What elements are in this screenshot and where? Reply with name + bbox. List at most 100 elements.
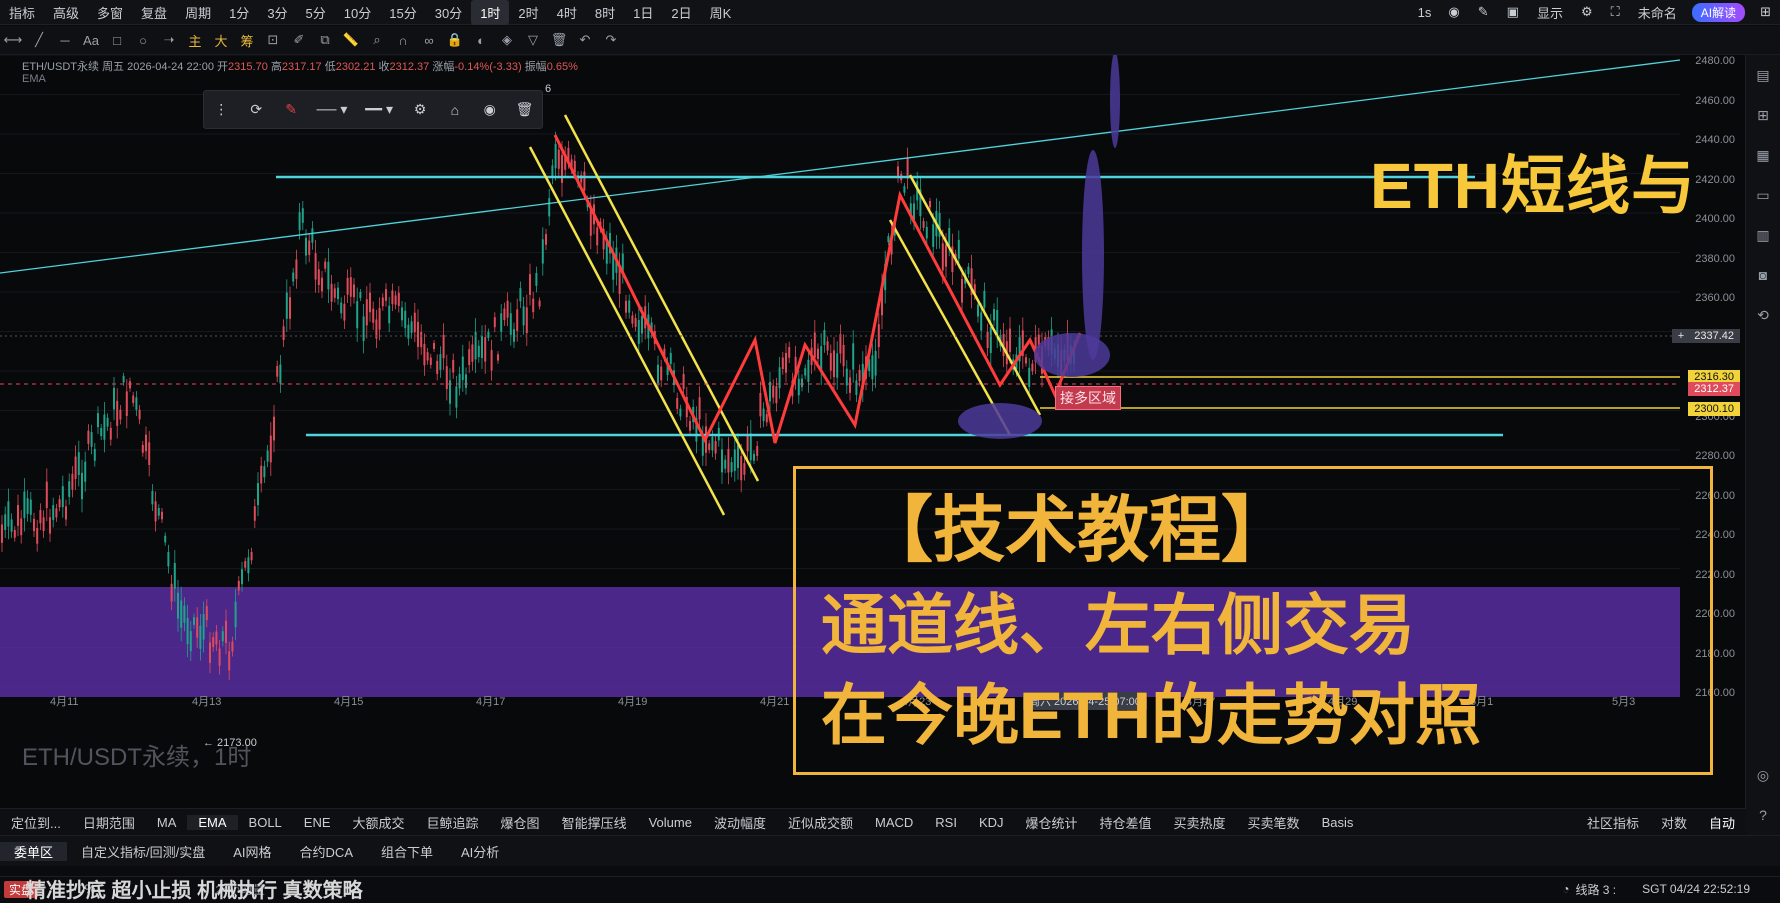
visibility-icon[interactable]: ◉ xyxy=(472,101,507,118)
grid-icon[interactable]: ▥ xyxy=(1746,215,1780,255)
more-icon[interactable]: ⊞ xyxy=(1751,4,1780,20)
indicator-item[interactable]: RSI xyxy=(924,815,968,830)
indicator-item[interactable]: 买卖笔数 xyxy=(1237,813,1311,832)
account-name[interactable]: 未命名 xyxy=(1629,3,1686,22)
ruler-icon[interactable]: 📏 xyxy=(338,32,364,48)
indicator-item[interactable]: 近似成交额 xyxy=(777,813,864,832)
interval-button[interactable]: 1s xyxy=(1410,5,1440,20)
line-style-select[interactable]: ── ▾ xyxy=(308,101,355,118)
headset-icon[interactable]: ◎ xyxy=(1746,755,1780,795)
ai-interpret-button[interactable]: AI解读 xyxy=(1691,2,1746,22)
indicator-item[interactable]: Basis xyxy=(1311,815,1365,830)
pen-icon[interactable]: ✎ xyxy=(1469,4,1498,20)
pin-icon[interactable]: ⊞ xyxy=(1746,95,1780,135)
chip-icon[interactable]: 筹 xyxy=(234,31,260,50)
ellipse-icon[interactable]: ○ xyxy=(130,33,156,48)
topbar-item[interactable]: 1时 xyxy=(471,0,510,25)
indicator-item[interactable]: EMA xyxy=(187,814,238,830)
bottom-tab[interactable]: AI分析 xyxy=(447,842,513,861)
indicator-item[interactable]: 大额成交 xyxy=(342,813,416,832)
horizontal-ray-icon[interactable]: ⟷ xyxy=(0,32,26,48)
redo-icon[interactable]: ↷ xyxy=(598,32,624,48)
robot-icon[interactable]: ◙ xyxy=(1746,255,1780,295)
template-icon[interactable]: ⟳ xyxy=(239,101,274,118)
line-width-select[interactable]: ━━ ▾ xyxy=(356,101,403,118)
topbar-item[interactable]: 3分 xyxy=(258,3,296,22)
auto-scale-toggle[interactable]: 自动 xyxy=(1698,813,1746,832)
locate-button[interactable]: 定位到... xyxy=(0,813,72,832)
layout-icon[interactable]: ▣ xyxy=(1498,4,1528,20)
topbar-item[interactable]: 1日 xyxy=(624,3,662,22)
link-icon[interactable]: ∞ xyxy=(416,33,442,48)
lock-icon[interactable]: ⌂ xyxy=(437,102,472,118)
brush-icon[interactable]: ✐ xyxy=(286,32,312,48)
text-icon[interactable]: Aa xyxy=(78,33,104,48)
bottom-tab[interactable]: 组合下单 xyxy=(367,842,447,861)
topbar-item[interactable]: 15分 xyxy=(380,3,425,22)
orderbook-icon[interactable]: ▤ xyxy=(1746,55,1780,95)
indicator-item[interactable]: KDJ xyxy=(968,815,1015,830)
bottom-tab[interactable]: AI网格 xyxy=(219,842,285,861)
topbar-item[interactable]: 10分 xyxy=(335,3,380,22)
large-icon[interactable]: 大 xyxy=(208,31,234,50)
delete-icon[interactable]: 🗑 xyxy=(507,101,542,118)
undo-icon[interactable]: ↶ xyxy=(572,32,598,48)
indicator-item[interactable]: BOLL xyxy=(238,815,293,830)
community-indicators[interactable]: 社区指标 xyxy=(1576,813,1650,832)
topbar-item[interactable]: 复盘 xyxy=(132,3,176,22)
stats-icon[interactable]: ▦ xyxy=(1746,135,1780,175)
main-indicator-icon[interactable]: 主 xyxy=(182,31,208,50)
topbar-item[interactable]: 30分 xyxy=(426,3,471,22)
hide-icon[interactable]: ◐ xyxy=(468,33,494,48)
display-button[interactable]: 显示 xyxy=(1528,3,1572,22)
indicator-item[interactable]: MA xyxy=(146,815,188,830)
topbar-item[interactable]: 5分 xyxy=(297,3,335,22)
topbar-item[interactable]: 周K xyxy=(701,3,741,22)
help-icon[interactable]: ? xyxy=(1746,795,1780,835)
lock-icon[interactable]: 🔒 xyxy=(442,32,468,48)
camera-icon[interactable]: ◉ xyxy=(1439,4,1468,20)
topbar-item[interactable]: 2时 xyxy=(509,3,547,22)
indicator-item[interactable]: 持仓差值 xyxy=(1089,813,1163,832)
price-chart[interactable]: ETH/USDT永续 周五 2026-04-24 22:00 开2315.70 … xyxy=(0,55,1745,808)
topbar-item[interactable]: 高级 xyxy=(44,3,88,22)
indicator-item[interactable]: 智能撑压线 xyxy=(551,813,638,832)
drag-handle-icon[interactable]: ⋮ xyxy=(204,101,239,118)
copy-icon[interactable]: ⧉ xyxy=(312,32,338,48)
filter-icon[interactable]: ▽ xyxy=(520,32,546,48)
arrow-icon[interactable]: ➝ xyxy=(156,32,182,48)
bottom-tab[interactable]: 自定义指标/回测/实盘 xyxy=(67,842,219,861)
topbar-item[interactable]: 2日 xyxy=(662,3,700,22)
rectangle-icon[interactable]: □ xyxy=(104,33,130,48)
trash-icon[interactable]: 🗑 xyxy=(546,32,572,48)
trendline-icon[interactable]: ╱ xyxy=(26,32,52,48)
zoom-icon[interactable]: ⌕ xyxy=(364,32,390,48)
indicator-item[interactable]: 波动幅度 xyxy=(703,813,777,832)
bottom-tab[interactable]: 合约DCA xyxy=(286,842,367,861)
refresh-icon[interactable]: ⟲ xyxy=(1746,295,1780,335)
fullscreen-icon[interactable]: ⛶ xyxy=(1602,4,1629,20)
gear-icon[interactable]: ⚙ xyxy=(1572,4,1602,20)
ema-legend[interactable]: EMA xyxy=(22,73,46,85)
bottom-tab[interactable]: 委单区 xyxy=(0,841,68,861)
topbar-item[interactable]: 4时 xyxy=(548,3,586,22)
hline-icon[interactable]: ─ xyxy=(52,33,78,48)
date-range-button[interactable]: 日期范围 xyxy=(72,813,146,832)
indicator-item[interactable]: 爆仓图 xyxy=(490,813,551,832)
line-color-icon[interactable]: ✎ xyxy=(274,101,309,118)
line-status[interactable]: 线路 3 : xyxy=(1575,881,1616,898)
indicator-item[interactable]: Volume xyxy=(638,815,703,830)
topbar-item[interactable]: 多窗 xyxy=(88,3,132,22)
indicator-item[interactable]: MACD xyxy=(864,815,924,830)
settings-icon[interactable]: ⚙ xyxy=(403,101,438,118)
topbar-item[interactable]: 8时 xyxy=(586,3,624,22)
indicator-item[interactable]: 买卖热度 xyxy=(1163,813,1237,832)
topbar-item[interactable]: 1分 xyxy=(220,3,258,22)
layers-icon[interactable]: ◈ xyxy=(494,32,520,48)
symbol-label[interactable]: ETH/USDT永续 xyxy=(22,61,99,73)
indicator-item[interactable]: 爆仓统计 xyxy=(1015,813,1089,832)
log-scale-toggle[interactable]: 对数 xyxy=(1650,813,1698,832)
measure-icon[interactable]: ⊡ xyxy=(260,32,286,48)
indicator-item[interactable]: 巨鲸追踪 xyxy=(416,813,490,832)
indicator-item[interactable]: ENE xyxy=(293,815,342,830)
